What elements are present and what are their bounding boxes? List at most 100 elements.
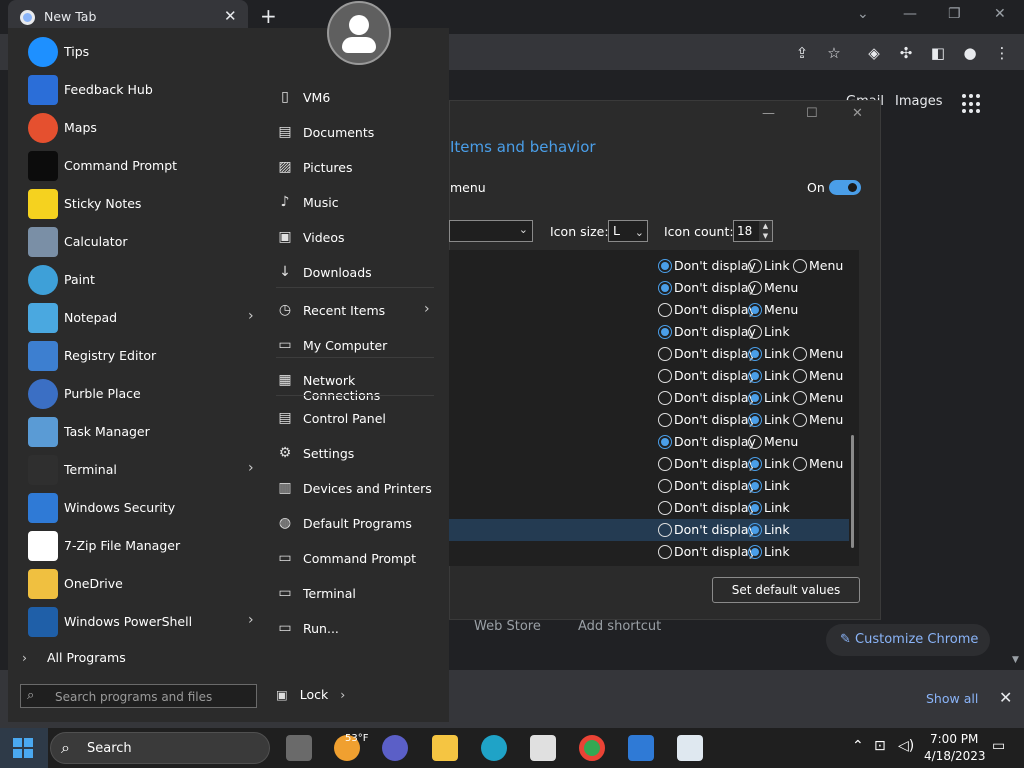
list-item[interactable]: Don't display Link [449, 519, 849, 541]
tray-overflow-icon[interactable]: ⌃ [852, 738, 864, 754]
program-item[interactable]: Command Prompt [28, 147, 268, 185]
list-item[interactable]: Don't display Menu [449, 431, 849, 453]
radio-button[interactable] [658, 369, 672, 383]
spin-up-icon[interactable]: ▲ [759, 221, 772, 231]
list-item[interactable]: Don't display Link [449, 475, 849, 497]
radio-button[interactable] [748, 325, 762, 339]
radio-button[interactable] [658, 479, 672, 493]
radio-button[interactable] [748, 479, 762, 493]
place-item[interactable]: ▭ Command Prompt [276, 543, 436, 573]
start-search-input[interactable]: ⌕ Search programs and files [20, 684, 257, 708]
place-item[interactable]: ▭ Terminal [276, 578, 436, 608]
radio-button[interactable] [658, 391, 672, 405]
radio-button[interactable] [793, 457, 807, 471]
radio-button[interactable] [748, 369, 762, 383]
window-close-icon[interactable]: ✕ [994, 6, 1006, 22]
radio-button[interactable] [658, 347, 672, 361]
new-tab-button[interactable]: + [260, 4, 277, 28]
settings-app-taskbar-icon[interactable] [677, 735, 703, 761]
radio-button[interactable] [793, 413, 807, 427]
place-item[interactable]: ▣ Videos [276, 222, 436, 252]
customize-chrome-button[interactable]: ✎ Customize Chrome [826, 624, 990, 656]
place-item[interactable]: ◍ Default Programs [276, 508, 436, 538]
radio-button[interactable] [793, 391, 807, 405]
list-item[interactable]: Don't display Link [449, 321, 849, 343]
place-item[interactable]: ⚙ Settings [276, 438, 436, 468]
teams-chat-icon[interactable] [382, 735, 408, 761]
radio-button[interactable] [658, 545, 672, 559]
list-item[interactable]: Don't display Link Menu [449, 409, 849, 431]
tab-close-button[interactable]: ✕ [224, 7, 237, 25]
place-item[interactable]: ▤ Documents [276, 117, 436, 147]
program-item[interactable]: Maps [28, 109, 268, 147]
task-view-icon[interactable] [286, 735, 312, 761]
radio-button[interactable] [658, 259, 672, 273]
chrome-taskbar-icon[interactable] [579, 735, 605, 761]
side-panel-icon[interactable]: ◧ [928, 44, 948, 62]
radio-button[interactable] [658, 501, 672, 515]
place-item[interactable]: ▭ Run... [276, 613, 436, 643]
program-item[interactable]: Tips [28, 33, 268, 71]
file-explorer-icon[interactable] [432, 735, 458, 761]
icon-size-dropdown[interactable]: L ⌄ [608, 220, 648, 242]
dialog-minimize-icon[interactable]: — [762, 106, 775, 121]
list-item[interactable]: Don't display Menu [449, 299, 849, 321]
place-item[interactable]: ▥ Devices and Printers [276, 473, 436, 503]
notifications-icon[interactable]: ▭ [992, 738, 1005, 754]
radio-button[interactable] [748, 435, 762, 449]
chrome-menu-icon[interactable]: ⋮ [992, 44, 1012, 62]
radio-button[interactable] [748, 501, 762, 515]
radio-button[interactable] [658, 457, 672, 471]
program-item[interactable]: Registry Editor [28, 337, 268, 375]
volume-icon[interactable]: ◁) [898, 738, 914, 754]
radio-button[interactable] [748, 413, 762, 427]
radio-button[interactable] [658, 303, 672, 317]
network-tray-icon[interactable]: ⊡ [874, 738, 886, 754]
program-item[interactable]: 7-Zip File Manager [28, 527, 268, 565]
program-item[interactable]: Feedback Hub [28, 71, 268, 109]
spin-down-icon[interactable]: ▼ [759, 231, 772, 241]
program-item[interactable]: OneDrive [28, 565, 268, 603]
scroll-down-icon[interactable]: ▼ [1012, 655, 1019, 665]
shortcut-add[interactable]: Add shortcut [578, 619, 661, 634]
microsoft-store-icon[interactable] [530, 735, 556, 761]
taskbar-search[interactable]: ⌕ Search [50, 732, 270, 764]
radio-button[interactable] [748, 457, 762, 471]
list-item[interactable]: Don't display Link Menu [449, 387, 849, 409]
place-item[interactable]: ▤ Control Panel [276, 403, 436, 433]
icon-count-spinner[interactable]: 18 ▲ ▼ [733, 220, 773, 242]
downloads-close-icon[interactable]: ✕ [999, 688, 1012, 707]
place-item[interactable]: ▭ My Computer [276, 330, 436, 360]
all-programs-button[interactable]: › All Programs [22, 650, 126, 665]
extensions-icon[interactable]: ✣ [896, 44, 916, 62]
place-item[interactable]: ◷ Recent Items › [276, 295, 436, 325]
user-avatar[interactable] [327, 1, 391, 65]
clock-date[interactable]: 4/18/2023 [924, 749, 986, 763]
show-all-button[interactable]: Show all [926, 691, 978, 706]
tab-search-icon[interactable]: ⌄ [857, 6, 869, 22]
minimize-icon[interactable]: — [903, 6, 917, 22]
program-item[interactable]: Task Manager [28, 413, 268, 451]
radio-button[interactable] [748, 303, 762, 317]
list-item[interactable]: Don't display Link [449, 541, 849, 563]
radio-button[interactable] [793, 259, 807, 273]
ublock-icon[interactable]: ◈ [864, 44, 884, 62]
profile-icon[interactable]: ● [960, 44, 980, 62]
images-link[interactable]: Images [895, 94, 943, 109]
security-taskbar-icon[interactable] [628, 735, 654, 761]
start-button[interactable] [0, 728, 48, 768]
shortcut-web-store[interactable]: Web Store [474, 619, 541, 634]
program-item[interactable]: Windows PowerShell › [28, 603, 268, 641]
restore-icon[interactable]: ❐ [948, 6, 961, 22]
menu-toggle[interactable] [829, 180, 861, 195]
place-item[interactable]: ↓ Downloads [276, 257, 436, 287]
radio-button[interactable] [748, 391, 762, 405]
bookmark-star-icon[interactable]: ☆ [824, 44, 844, 62]
radio-button[interactable] [748, 281, 762, 295]
radio-button[interactable] [658, 435, 672, 449]
radio-button[interactable] [658, 281, 672, 295]
list-item[interactable]: Don't display Link [449, 497, 849, 519]
place-item[interactable]: ▦ Network Connections [276, 365, 436, 403]
program-item[interactable]: Purble Place [28, 375, 268, 413]
program-item[interactable]: Paint [28, 261, 268, 299]
